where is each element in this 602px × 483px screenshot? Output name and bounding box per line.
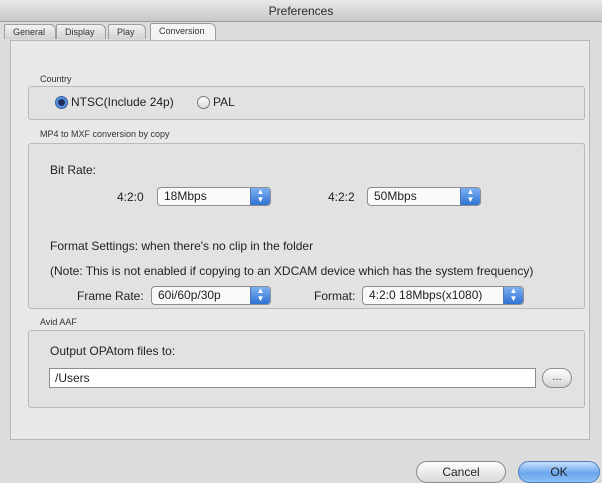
select-arrows-icon: ▲ ▼ (460, 188, 480, 205)
country-group-label: Country (40, 74, 72, 84)
tab-play[interactable]: Play (108, 24, 146, 39)
format-label: Format: (314, 289, 356, 303)
title-bar: Preferences (0, 0, 602, 22)
tab-general[interactable]: General (4, 24, 57, 39)
rate-420-select[interactable]: 18Mbps ▲ ▼ (157, 187, 271, 206)
button-bar (0, 440, 602, 483)
frame-rate-label: Frame Rate: (77, 289, 144, 303)
rate-422-label: 4:2:2 (328, 190, 355, 204)
mp4-group: Bit Rate: 4:2:0 18Mbps ▲ ▼ 4:2:2 50Mbps ▲… (28, 143, 585, 309)
rate-422-value: 50Mbps (374, 189, 417, 203)
format-select[interactable]: 4:2:0 18Mbps(x1080) ▲ ▼ (362, 286, 524, 305)
frame-rate-select[interactable]: 60i/60p/30p ▲ ▼ (151, 286, 271, 305)
select-arrows-icon: ▲ ▼ (250, 287, 270, 304)
tab-conversion[interactable]: Conversion (150, 23, 216, 40)
avid-group-label: Avid AAF (40, 317, 77, 327)
format-value: 4:2:0 18Mbps(x1080) (369, 288, 483, 302)
cancel-button[interactable]: Cancel (416, 461, 506, 483)
rate-420-value: 18Mbps (164, 189, 207, 203)
bit-rate-label: Bit Rate: (50, 163, 97, 177)
note-label: (Note: This is not enabled if copying to… (50, 264, 534, 278)
pal-label: PAL (213, 95, 235, 109)
select-arrows-icon: ▲ ▼ (503, 287, 523, 304)
ntsc-label: NTSC(Include 24p) (71, 95, 174, 109)
select-arrows-icon: ▲ ▼ (250, 188, 270, 205)
pal-radio[interactable] (197, 96, 210, 109)
mp4-group-label: MP4 to MXF conversion by copy (40, 129, 170, 139)
rate-422-select[interactable]: 50Mbps ▲ ▼ (367, 187, 481, 206)
format-settings-label: Format Settings: when there's no clip in… (50, 239, 314, 253)
rate-420-label: 4:2:0 (117, 190, 144, 204)
window-title: Preferences (268, 4, 334, 18)
ok-button[interactable]: OK (518, 461, 600, 483)
country-group: NTSC(Include 24p) PAL (28, 86, 585, 120)
browse-button[interactable]: ... (542, 368, 572, 388)
output-label: Output OPAtom files to: (50, 344, 176, 358)
ntsc-radio[interactable] (55, 96, 68, 109)
avid-group: Output OPAtom files to: /Users ... (28, 330, 585, 408)
tab-display[interactable]: Display (56, 24, 106, 39)
output-path-field[interactable]: /Users (49, 368, 536, 388)
frame-rate-value: 60i/60p/30p (158, 288, 221, 302)
